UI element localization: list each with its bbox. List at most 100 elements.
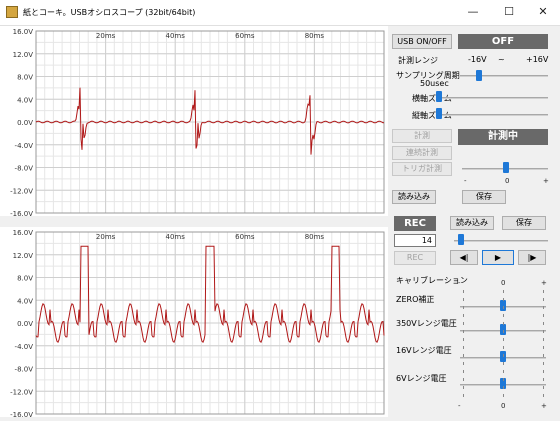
x-tick-label: 20ms (96, 32, 116, 40)
calibration-tick (503, 298, 504, 301)
close-button[interactable]: ✕ (526, 0, 560, 25)
calibration-tick (463, 354, 464, 357)
calibration-tick (503, 362, 504, 365)
play-button[interactable]: ▶ (482, 250, 514, 265)
calibration-tick (543, 322, 544, 325)
calib-item-350v-label: 350Vレンジ電圧 (396, 319, 457, 328)
calibration-tick (463, 370, 464, 373)
usb-onoff-button[interactable]: USB ON/OFF (392, 34, 452, 49)
calibration-tick (543, 330, 544, 333)
sampling-slider-track[interactable] (460, 75, 548, 77)
calib-scale-top-zero: 0 (501, 279, 506, 287)
x-tick-label: 40ms (166, 233, 186, 241)
range-separator: ~ (498, 55, 505, 64)
range-max: +16V (526, 55, 549, 64)
calibration-tick (543, 386, 544, 389)
calibration-tick (543, 346, 544, 349)
calibration-tick (503, 338, 504, 341)
x-tick-label: 20ms (96, 233, 116, 241)
calibration-tick (543, 378, 544, 381)
range-min: -16V (468, 55, 487, 64)
y-tick-label: -16.0V (10, 411, 33, 417)
minimize-button[interactable]: — (456, 0, 490, 25)
offset-plus: + (543, 177, 549, 185)
calibration-tick (503, 354, 504, 357)
y-tick-label: -12.0V (10, 388, 33, 396)
app-icon (6, 6, 18, 18)
rec-count-field[interactable]: 14 (394, 234, 436, 247)
calib-item-zero-label: ZERO補正 (396, 295, 435, 304)
calibration-tick (463, 290, 464, 293)
y-tick-label: -8.0V (15, 366, 34, 374)
rec-button[interactable]: REC (394, 251, 436, 265)
measure-status-indicator: 計測中 (458, 129, 548, 145)
sampling-value: 50usec (420, 79, 449, 88)
h-zoom-slider-thumb[interactable] (436, 91, 442, 102)
usb-status-indicator: OFF (458, 34, 548, 49)
y-tick-label: -4.0V (15, 142, 34, 150)
x-tick-label: 80ms (305, 32, 325, 40)
y-tick-label: 12.0V (13, 252, 34, 260)
y-tick-label: -16.0V (10, 210, 33, 216)
x-tick-label: 60ms (235, 233, 255, 241)
next-frame-button[interactable]: |▶ (518, 250, 546, 265)
y-tick-label: -8.0V (15, 165, 34, 173)
range-label: 計測レンジ (398, 56, 438, 65)
title-bar: 紙とコーキ。USBオシロスコープ (32bit/64bit) — ☐ ✕ (0, 0, 560, 26)
window-title: 紙とコーキ。USBオシロスコープ (32bit/64bit) (23, 8, 196, 17)
calibration-tick (463, 306, 464, 309)
calibration-tick (503, 386, 504, 389)
calibration-tick (543, 290, 544, 293)
calib-item-16v-label: 16Vレンジ電圧 (396, 346, 452, 355)
calibration-tick (543, 362, 544, 365)
calibration-tick (463, 394, 464, 397)
rec-save-button[interactable]: 保存 (502, 216, 546, 230)
scope-top-plot: 16.0V 12.0V 8.0V 4.0V 0.0V -4.0V -8.0V -12.0V -1… (10, 28, 385, 216)
v-zoom-slider-thumb[interactable] (436, 108, 442, 119)
rec-load-button[interactable]: 読み込み (450, 216, 494, 230)
h-zoom-slider-track[interactable] (436, 97, 548, 99)
sampling-slider-thumb[interactable] (476, 70, 482, 81)
save-button[interactable]: 保存 (462, 190, 506, 204)
calibration-tick (463, 362, 464, 365)
maximize-button[interactable]: ☐ (492, 0, 526, 25)
calibration-tick (463, 338, 464, 341)
scope-bottom-plot: 16.0V 12.0V 8.0V 4.0V 0.0V -4.0V -8.0V -12.0V -1… (10, 229, 385, 417)
calibration-tick (463, 330, 464, 333)
calibration-tick (503, 330, 504, 333)
calibration-tick (543, 354, 544, 357)
calibration-tick (463, 346, 464, 349)
calibration-tick (463, 314, 464, 317)
load-button[interactable]: 読み込み (392, 190, 436, 204)
rec-status-indicator: REC (394, 216, 436, 231)
calibration-tick (463, 322, 464, 325)
y-tick-label: -4.0V (15, 343, 34, 351)
calibration-tick (543, 314, 544, 317)
y-tick-label: 12.0V (13, 51, 34, 59)
calibration-tick (543, 338, 544, 341)
offset-slider-thumb[interactable] (503, 162, 509, 173)
rec-position-slider-thumb[interactable] (458, 234, 464, 245)
calib-item-6v-label: 6Vレンジ電圧 (396, 374, 447, 383)
calibration-tick (543, 298, 544, 301)
calib-scale-bottom-plus: + (541, 402, 547, 410)
measure-button[interactable]: 計測 (392, 129, 452, 143)
calibration-tick (503, 290, 504, 293)
prev-frame-button[interactable]: ◀| (450, 250, 478, 265)
y-tick-label: 16.0V (13, 28, 34, 36)
y-tick-label: 8.0V (17, 275, 33, 283)
trigger-measure-button[interactable]: トリガ計測 (392, 162, 452, 176)
offset-minus: - (464, 177, 467, 185)
y-tick-label: 16.0V (13, 229, 34, 237)
calibration-tick (543, 370, 544, 373)
v-zoom-slider-track[interactable] (436, 114, 548, 116)
continuous-measure-button[interactable]: 連続計測 (392, 146, 452, 160)
calibration-tick (503, 378, 504, 381)
offset-zero: 0 (505, 177, 510, 185)
calib-scale-top-minus: - (458, 279, 461, 287)
rec-position-slider-track[interactable] (454, 240, 548, 242)
calibration-tick (543, 394, 544, 397)
calibration-tick (543, 306, 544, 309)
calib-scale-top-plus: + (541, 279, 547, 287)
calibration-tick (463, 298, 464, 301)
